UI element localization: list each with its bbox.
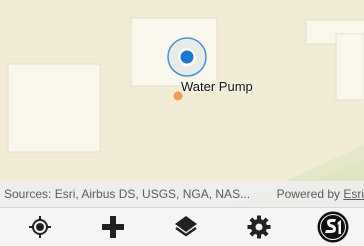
add-feature-button[interactable] [90,208,136,246]
esri-link[interactable]: Esri [343,187,364,201]
settings-icon [247,215,271,239]
my-location-button[interactable] [17,208,63,246]
map-basemap [0,0,364,207]
app-logo-button[interactable] [310,208,356,246]
powered-by-text: Powered by [276,187,344,201]
app-logo-icon [317,211,349,243]
building-right [335,33,364,101]
layers-icon [175,216,197,237]
current-location-marker[interactable] [166,36,208,78]
app-screen: Water Pump Sources: Esri, Airbus DS, USG… [0,0,364,246]
feature-label-water-pump: Water Pump [181,79,253,94]
attribution-powered-by: Powered by Esri [267,187,364,201]
layers-button[interactable] [163,208,209,246]
map-view[interactable]: Water Pump Sources: Esri, Airbus DS, USG… [0,0,364,207]
bottom-toolbar [0,207,364,246]
building-left [7,63,101,153]
my-location-icon [29,216,51,238]
add-icon [102,216,124,238]
settings-button[interactable] [236,208,282,246]
location-dot-icon [167,37,207,77]
map-attribution: Sources: Esri, Airbus DS, USGS, NGA, NAS… [0,181,364,207]
attribution-sources: Sources: Esri, Airbus DS, USGS, NGA, NAS… [4,187,251,201]
